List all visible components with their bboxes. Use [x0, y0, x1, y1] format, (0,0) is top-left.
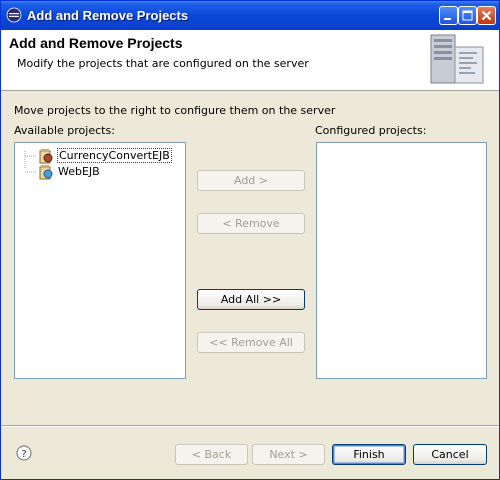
- wizard-header: Add and Remove Projects Modify the proje…: [1, 30, 499, 91]
- minimize-icon: [444, 18, 451, 20]
- maximize-button[interactable]: [458, 6, 477, 25]
- list-item-label: CurrencyConvertEJB: [57, 148, 172, 163]
- instruction-text: Move projects to the right to configure …: [14, 104, 336, 117]
- window-title: Add and Remove Projects: [27, 8, 189, 23]
- cancel-button[interactable]: Cancel: [413, 444, 487, 465]
- dialog-window: Add and Remove Projects Add and Remove P…: [0, 0, 500, 480]
- available-projects-list[interactable]: CurrencyConvertEJB WebEJB: [14, 142, 186, 379]
- eclipse-icon: [6, 7, 22, 23]
- page-title: Add and Remove Projects: [9, 35, 183, 51]
- configured-projects-list[interactable]: [316, 142, 487, 379]
- ejb-project-icon: [39, 149, 53, 164]
- title-bar[interactable]: Add and Remove Projects: [1, 1, 499, 30]
- available-projects-label: Available projects:: [14, 124, 115, 137]
- page-description: Modify the projects that are configured …: [17, 57, 309, 70]
- remove-button[interactable]: < Remove: [197, 213, 305, 234]
- close-icon: [481, 10, 492, 21]
- configured-projects-label: Configured projects:: [315, 124, 427, 137]
- back-button[interactable]: < Back: [175, 444, 248, 465]
- footer-separator: [1, 425, 499, 427]
- list-item-label: WebEJB: [58, 165, 100, 178]
- maximize-icon: [462, 10, 473, 21]
- next-button[interactable]: Next >: [252, 444, 325, 465]
- minimize-button[interactable]: [439, 6, 458, 25]
- web-project-icon: [39, 165, 53, 180]
- add-all-button[interactable]: Add All >>: [197, 289, 305, 310]
- finish-button[interactable]: Finish: [332, 444, 406, 465]
- close-button[interactable]: [477, 6, 496, 25]
- server-banner-icon: [430, 34, 484, 84]
- help-icon[interactable]: ?: [16, 445, 32, 461]
- svg-text:?: ?: [21, 449, 26, 460]
- remove-all-button[interactable]: << Remove All: [197, 332, 305, 353]
- add-button[interactable]: Add >: [197, 170, 305, 191]
